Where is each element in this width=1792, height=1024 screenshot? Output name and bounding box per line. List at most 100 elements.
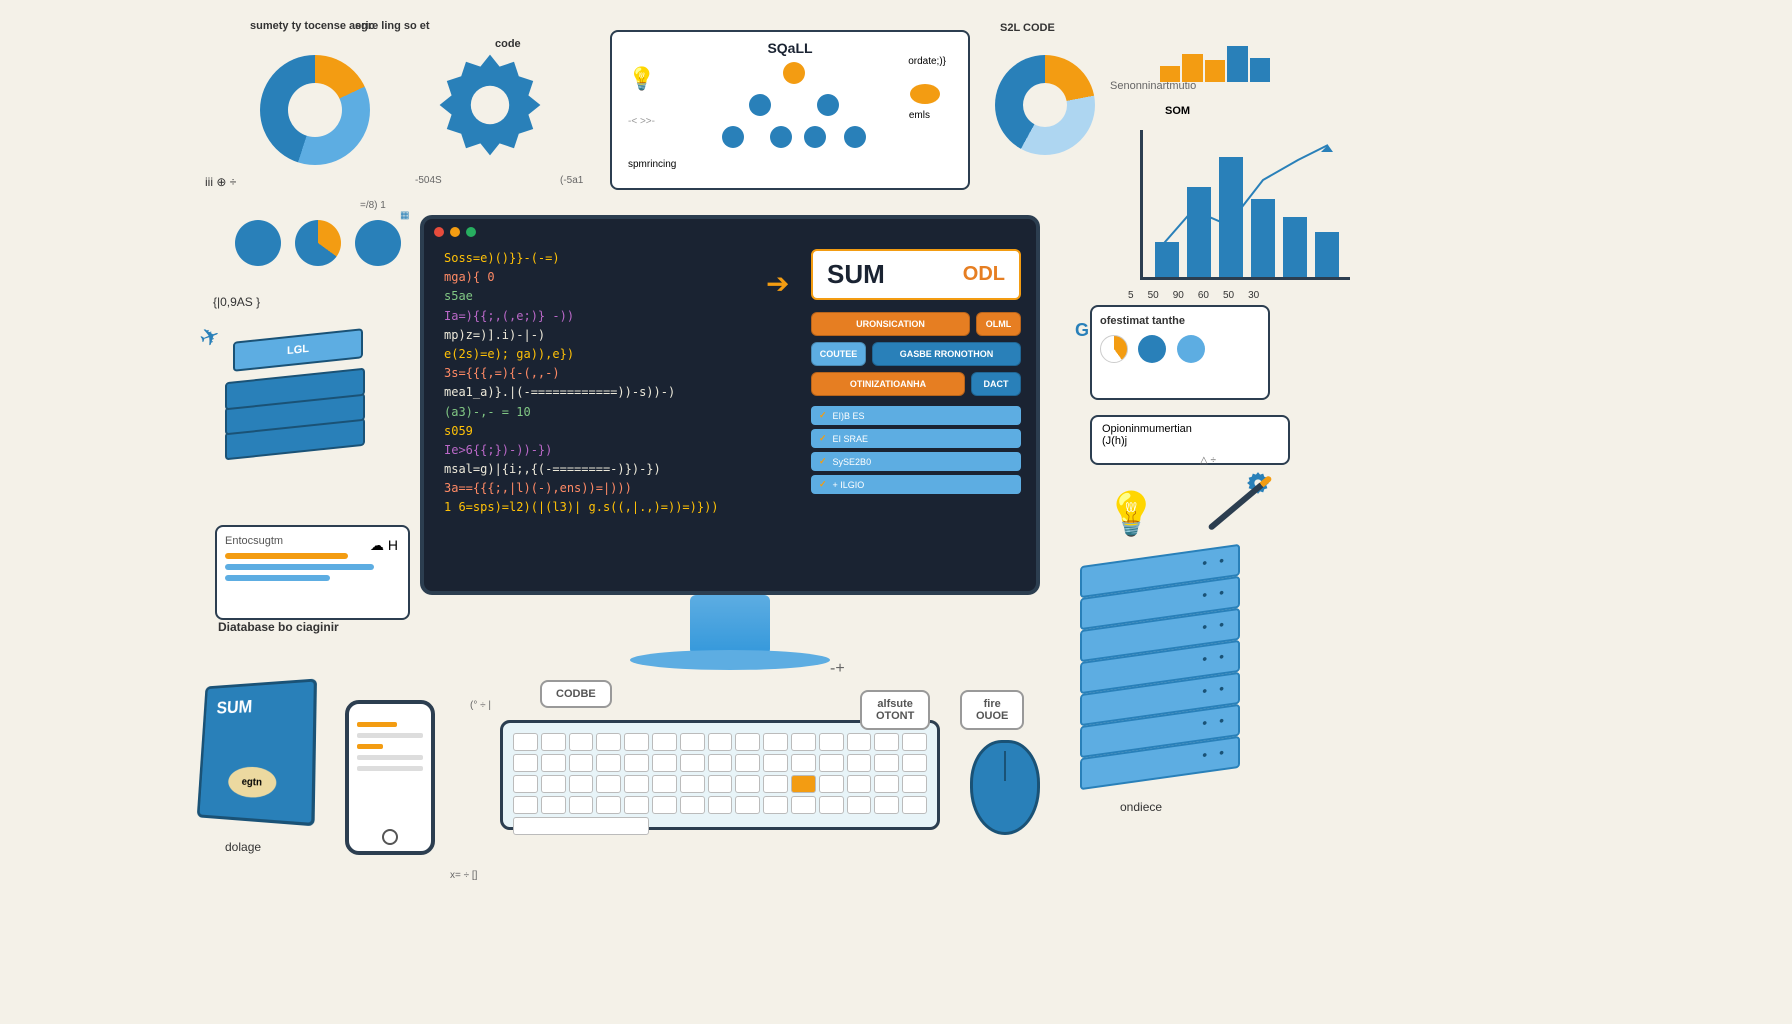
close-icon[interactable] [434,227,444,237]
donut-chart-left [260,55,370,165]
key[interactable] [513,796,538,814]
key[interactable] [596,796,621,814]
key[interactable] [791,733,816,751]
mouse[interactable] [970,740,1040,835]
check-2[interactable]: EI SRAE [811,429,1021,448]
key[interactable] [847,775,872,793]
key[interactable] [569,733,594,751]
key[interactable] [569,775,594,793]
codbe-pill[interactable]: CODBE [540,680,612,708]
key[interactable] [652,754,677,772]
key[interactable] [541,796,566,814]
key[interactable] [652,733,677,751]
maximize-icon[interactable] [466,227,476,237]
key[interactable] [763,775,788,793]
key[interactable] [624,733,649,751]
key[interactable] [708,733,733,751]
key[interactable] [735,775,760,793]
key[interactable] [680,796,705,814]
key[interactable] [513,733,538,751]
diagram-right-lbl: emls [909,110,930,121]
key[interactable] [513,775,538,793]
book-stack: LGL [225,355,375,485]
odl-label: ODL [963,263,1005,286]
key[interactable] [652,796,677,814]
key[interactable] [569,796,594,814]
key[interactable] [874,754,899,772]
key[interactable] [819,733,844,751]
spacebar[interactable] [513,817,649,835]
minimize-icon[interactable] [450,227,460,237]
key[interactable] [791,796,816,814]
key[interactable] [847,754,872,772]
btn-uronsication[interactable]: URONSICATION [811,312,970,336]
btn-gasbe[interactable]: GASBE RRONOTHON [872,342,1021,366]
key[interactable] [847,796,872,814]
check-1[interactable]: EI)B ES [811,406,1021,425]
key[interactable] [541,733,566,751]
key[interactable] [624,796,649,814]
key[interactable] [791,754,816,772]
key[interactable] [680,775,705,793]
lightbulb-icon: 💡 [628,66,655,92]
key[interactable] [819,754,844,772]
g-icon: G [1075,320,1089,341]
key[interactable] [874,775,899,793]
key[interactable] [902,796,927,814]
key[interactable] [596,733,621,751]
tree-diagram: 💡 ordate;)} spmrincing emls -< >>- [620,56,960,176]
key[interactable] [819,775,844,793]
key[interactable] [708,775,733,793]
otont-pill[interactable]: alfsute OTONT [860,690,930,730]
key[interactable] [708,754,733,772]
check-4[interactable]: + ILGIO [811,475,1021,494]
key[interactable] [680,754,705,772]
key[interactable] [902,775,927,793]
key[interactable] [874,796,899,814]
key[interactable] [735,796,760,814]
key[interactable] [708,796,733,814]
sum-label: SUM [827,259,885,290]
btn-optimization[interactable]: OTINIZATIOANHA [811,372,965,396]
math-braces: {|0,9AS } [213,295,260,309]
bar-chart [1140,130,1350,280]
btn-coutee[interactable]: COUTEE [811,342,866,366]
key[interactable] [735,733,760,751]
key[interactable] [596,775,621,793]
database-label: Diatabase bo ciaginir [218,620,339,634]
key[interactable] [902,754,927,772]
gear-icon [430,45,550,165]
key[interactable] [874,733,899,751]
code-editor[interactable]: Soss=e)()}}-(-=) mga){ 0 s5ae Ia=){{;,(,… [444,249,796,571]
key[interactable] [902,733,927,751]
key[interactable] [735,754,760,772]
check-3[interactable]: SySE2B0 [811,452,1021,471]
key[interactable] [763,754,788,772]
diagram-title: SQaLL [620,40,960,56]
key[interactable] [652,775,677,793]
key[interactable] [541,775,566,793]
key[interactable] [513,754,538,772]
key[interactable] [569,754,594,772]
keyboard[interactable] [500,720,940,830]
btn-olml[interactable]: OLML [976,312,1021,336]
gear-side-a: -504S [415,175,442,186]
btn-dact[interactable]: DACT [971,372,1021,396]
key[interactable] [596,754,621,772]
key[interactable] [624,775,649,793]
key[interactable] [763,733,788,751]
right-card-title: ofestimat tanthe [1100,315,1260,327]
donut-chart-right [995,55,1095,155]
key[interactable] [541,754,566,772]
phone-home-button[interactable] [382,829,398,845]
ouoe-pill[interactable]: fire OUOE [960,690,1024,730]
key[interactable] [819,796,844,814]
entocsugtm-card: Entocsugtm ☁ H [215,525,410,620]
key[interactable] [763,796,788,814]
key[interactable] [680,733,705,751]
key[interactable] [847,733,872,751]
check-list: EI)B ES EI SRAE SySE2B0 + ILGIO [811,406,1021,494]
key[interactable] [624,754,649,772]
key[interactable] [791,775,816,793]
opinion-card: Opioninmumertian (J(h)j [1090,415,1290,465]
